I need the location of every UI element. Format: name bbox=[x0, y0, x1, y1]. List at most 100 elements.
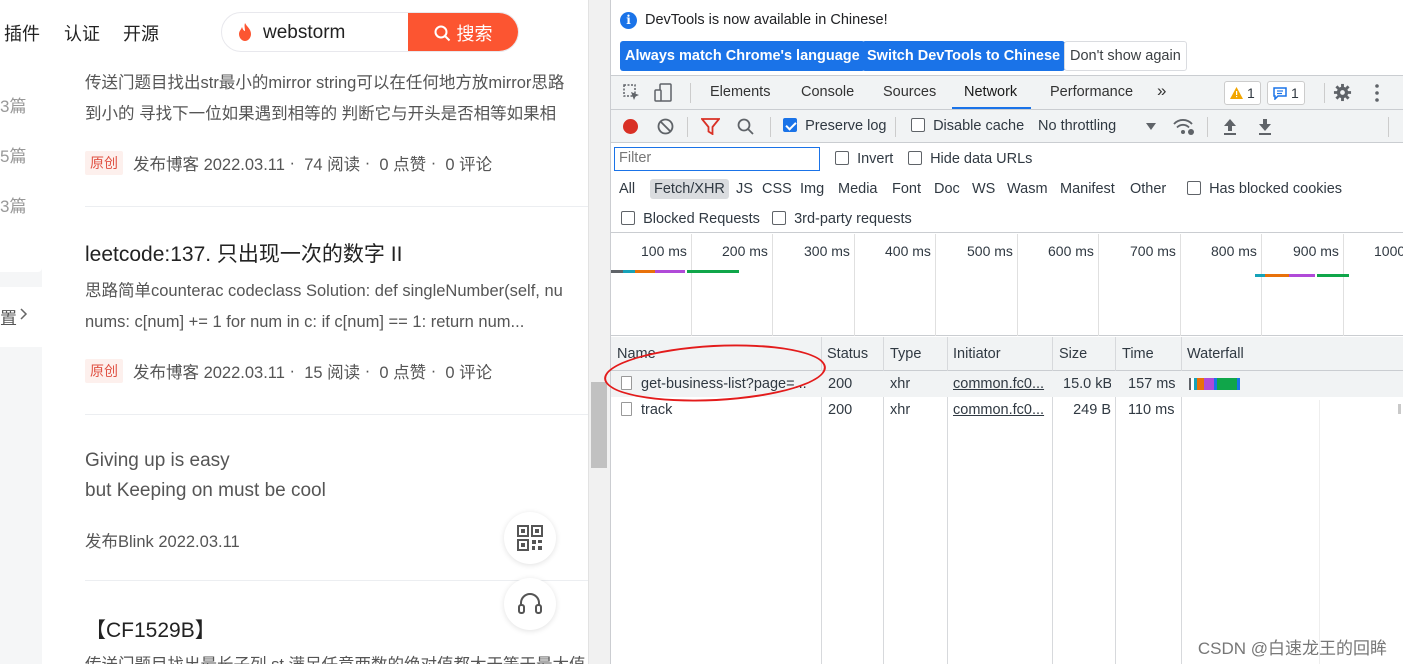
disable-cache-check[interactable] bbox=[911, 118, 925, 132]
type-filter-media[interactable]: Media bbox=[838, 181, 878, 197]
type-filter-ws[interactable]: WS bbox=[972, 181, 995, 197]
devtools-panel: i DevTools is now available in Chinese! … bbox=[610, 0, 1403, 664]
third-party-requests-check[interactable] bbox=[772, 211, 786, 225]
nav-open-source[interactable]: 开源 bbox=[123, 20, 159, 46]
column-initiator[interactable]: Initiator bbox=[953, 346, 1001, 362]
search-box[interactable]: webstorm 搜索 bbox=[221, 12, 519, 52]
type-filter-wasm[interactable]: Wasm bbox=[1007, 181, 1048, 197]
third-party-requests-checkbox[interactable]: 3rd-party requests bbox=[772, 211, 912, 227]
messages-count: 1 bbox=[1291, 85, 1299, 101]
timeline-gridline bbox=[935, 234, 936, 336]
article-title[interactable]: leetcode:137. 只出现一次的数字 II bbox=[85, 238, 402, 268]
article-summary[interactable]: 思路简单counterac codeclass Solution: def si… bbox=[85, 276, 588, 338]
invert-check[interactable] bbox=[835, 151, 849, 165]
request-row[interactable]: get-business-list?page=... 200 xhr commo… bbox=[611, 371, 1403, 397]
request-name-cell[interactable]: track bbox=[621, 402, 821, 418]
request-status: 200 bbox=[828, 376, 853, 392]
export-har-icon[interactable] bbox=[1257, 118, 1273, 135]
blocked-requests-checkbox[interactable]: Blocked Requests bbox=[621, 211, 760, 227]
tab-performance[interactable]: Performance bbox=[1050, 84, 1133, 100]
column-time[interactable]: Time bbox=[1122, 346, 1154, 362]
network-overview-timeline[interactable]: 100 ms 200 ms 300 ms 400 ms 500 ms 600 m… bbox=[611, 234, 1403, 336]
disable-cache-checkbox[interactable]: Disable cache bbox=[911, 118, 1024, 134]
column-name[interactable]: Name bbox=[617, 346, 656, 362]
has-blocked-cookies-checkbox[interactable]: Has blocked cookies bbox=[1187, 181, 1342, 197]
clear-icon[interactable] bbox=[657, 118, 674, 135]
type-filter-js[interactable]: JS bbox=[736, 181, 753, 197]
csdn-watermark: CSDN @白速龙王的回眸 bbox=[1197, 639, 1387, 658]
article-summary[interactable]: 传送门题目找出str最小的mirror string可以在任何地方放mirror… bbox=[85, 68, 588, 130]
column-type[interactable]: Type bbox=[890, 346, 921, 362]
blink-text-line[interactable]: but Keeping on must be cool bbox=[85, 480, 326, 502]
tab-sources[interactable]: Sources bbox=[883, 84, 936, 100]
preserve-log-checkbox[interactable]: Preserve log bbox=[783, 118, 886, 134]
record-icon[interactable] bbox=[622, 118, 639, 135]
hide-data-urls-checkbox[interactable]: Hide data URLs bbox=[908, 151, 1032, 167]
always-match-language-button[interactable]: Always match Chrome's language bbox=[620, 41, 865, 71]
column-waterfall[interactable]: Waterfall bbox=[1187, 346, 1244, 362]
side-settings-panel[interactable]: 置 bbox=[0, 287, 42, 347]
article-title[interactable]: 【CF1529B】 bbox=[85, 614, 216, 644]
page-scrollbar[interactable] bbox=[588, 0, 610, 664]
message-icon bbox=[1273, 86, 1287, 100]
waterfall-bar[interactable] bbox=[1189, 378, 1240, 390]
dont-show-again-button[interactable]: Don't show again bbox=[1064, 41, 1187, 71]
nav-plugins[interactable]: 插件 bbox=[4, 20, 40, 46]
chevron-down-icon[interactable] bbox=[1146, 123, 1156, 130]
column-size[interactable]: Size bbox=[1059, 346, 1087, 362]
request-row[interactable]: track 200 xhr common.fc0... 249 B 110 ms bbox=[611, 397, 1403, 423]
has-blocked-cookies-check[interactable] bbox=[1187, 181, 1201, 195]
more-tabs-icon[interactable]: » bbox=[1157, 81, 1166, 101]
tab-network[interactable]: Network bbox=[964, 84, 1017, 100]
request-initiator-link[interactable]: common.fc0... bbox=[953, 402, 1049, 418]
blocked-requests-check[interactable] bbox=[621, 211, 635, 225]
search-input[interactable]: webstorm bbox=[263, 22, 345, 44]
type-filter-fetch-xhr[interactable]: Fetch/XHR bbox=[650, 179, 729, 199]
side-count: 3篇 bbox=[0, 97, 27, 116]
qr-code-icon bbox=[517, 525, 543, 551]
tab-elements[interactable]: Elements bbox=[710, 84, 770, 100]
type-filter-css[interactable]: CSS bbox=[762, 181, 792, 197]
request-initiator-link[interactable]: common.fc0... bbox=[953, 376, 1049, 392]
settings-gear-icon[interactable] bbox=[1333, 83, 1352, 102]
blink-text-line[interactable]: Giving up is easy bbox=[85, 450, 230, 472]
inspect-element-icon[interactable] bbox=[623, 84, 641, 102]
filter-input[interactable]: Filter bbox=[614, 147, 820, 171]
overview-bar-segment bbox=[1317, 274, 1349, 277]
customer-service-button[interactable] bbox=[504, 578, 556, 630]
more-options-icon[interactable] bbox=[1374, 83, 1380, 103]
type-filter-font[interactable]: Font bbox=[892, 181, 921, 197]
filter-icon[interactable] bbox=[701, 118, 720, 135]
article-summary[interactable]: 传送门题目找出最长子列 st 满足任意两数的绝对值都大于等于最大值 bbox=[85, 650, 588, 664]
column-status[interactable]: Status bbox=[827, 346, 868, 362]
search-icon[interactable] bbox=[737, 118, 754, 135]
headset-icon bbox=[518, 593, 542, 614]
request-type: xhr bbox=[890, 402, 911, 418]
toolbar-divider bbox=[895, 117, 896, 137]
type-filter-all[interactable]: All bbox=[619, 181, 635, 197]
type-filter-manifest[interactable]: Manifest bbox=[1060, 181, 1115, 197]
network-conditions-icon[interactable] bbox=[1173, 118, 1195, 136]
nav-certification[interactable]: 认证 bbox=[64, 20, 100, 46]
warnings-badge[interactable]: 1 bbox=[1224, 81, 1261, 105]
search-button[interactable]: 搜索 bbox=[408, 13, 518, 51]
type-filter-other[interactable]: Other bbox=[1130, 181, 1166, 197]
request-name-cell[interactable]: get-business-list?page=... bbox=[621, 376, 821, 392]
hide-data-urls-check[interactable] bbox=[908, 151, 922, 165]
qr-code-button[interactable] bbox=[504, 512, 556, 564]
type-filter-doc[interactable]: Doc bbox=[934, 181, 960, 197]
type-filter-img[interactable]: Img bbox=[800, 181, 824, 197]
device-toolbar-icon[interactable] bbox=[654, 83, 674, 103]
switch-to-chinese-button[interactable]: Switch DevTools to Chinese bbox=[862, 41, 1066, 71]
waterfall-bar[interactable] bbox=[1398, 404, 1401, 414]
import-har-icon[interactable] bbox=[1222, 118, 1238, 135]
request-time: 157 ms bbox=[1128, 376, 1176, 392]
request-time: 110 ms bbox=[1128, 402, 1175, 418]
timeline-label: 700 ms bbox=[1130, 243, 1176, 259]
preserve-log-check[interactable] bbox=[783, 118, 797, 132]
messages-badge[interactable]: 1 bbox=[1267, 81, 1305, 105]
invert-checkbox[interactable]: Invert bbox=[835, 151, 893, 167]
page-scrollbar-thumb[interactable] bbox=[591, 382, 607, 468]
tab-console[interactable]: Console bbox=[801, 84, 854, 100]
throttling-select[interactable]: No throttling bbox=[1038, 118, 1116, 134]
